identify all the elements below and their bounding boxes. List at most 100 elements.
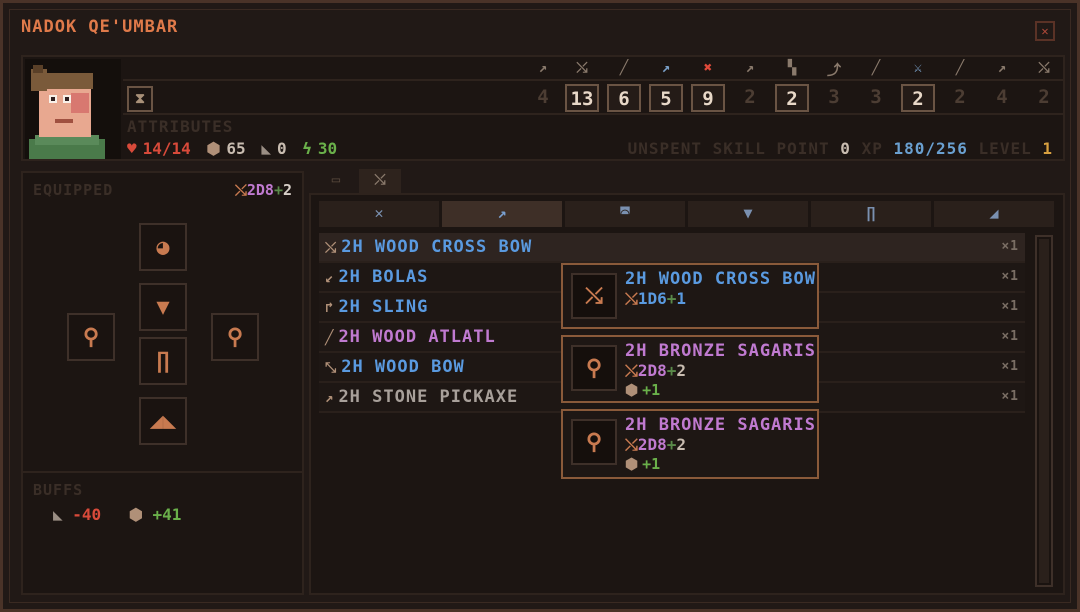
plus-sign: + bbox=[666, 435, 677, 454]
item-name: 2H STONE PICKAXE bbox=[338, 387, 519, 407]
tooltip-armor: ⬢ +1 bbox=[625, 381, 660, 399]
progress-stats: UNSPENT SKILL POINT 0 XP 180/256 LEVEL 1 bbox=[628, 139, 1053, 158]
character-window: NADOK QE'UMBAR ✕ ↗ ⤯ ╱ ↗ ✖ ↗ ▚ ⤴ ╱ ⚔ ╱ ↗… bbox=[0, 0, 1080, 612]
weight-icon: ◣ bbox=[53, 505, 63, 524]
axe-icon: ⤯ bbox=[625, 435, 638, 454]
item-qty: ×1 bbox=[1001, 299, 1019, 314]
skill-value: 3 bbox=[828, 86, 840, 108]
buffs-label: BUFFS bbox=[33, 481, 84, 499]
item-qty: ×1 bbox=[1001, 389, 1019, 404]
pick-skill-icon[interactable]: ⤯ bbox=[565, 60, 599, 76]
tooltip-damage: ⤯2D8+2 bbox=[625, 435, 686, 455]
sagaris-icon: ⚲ bbox=[571, 419, 617, 465]
category-helmets[interactable]: ◚ bbox=[565, 201, 685, 227]
helmet-icon: ◚ bbox=[620, 204, 630, 222]
right-hand-slot[interactable]: ⚲ bbox=[211, 313, 259, 361]
armor-icon: ⬢ bbox=[206, 139, 221, 158]
chest-armor-icon: ▼ bbox=[156, 294, 170, 320]
xp-label: XP bbox=[861, 139, 883, 158]
item-qty: ×1 bbox=[1001, 239, 1019, 254]
item-name: 2H WOOD BOW bbox=[341, 357, 465, 377]
scrollbar[interactable] bbox=[1035, 235, 1053, 587]
plus-sign: + bbox=[273, 181, 283, 199]
hourglass-icon[interactable]: ⧗ bbox=[127, 86, 153, 112]
skill-value: 9 bbox=[691, 84, 725, 112]
skill-value: 2 bbox=[901, 84, 935, 112]
category-leggings[interactable]: ∏ bbox=[811, 201, 931, 227]
tab-inventory[interactable]: ▭ bbox=[315, 169, 357, 193]
weight-icon: ◣ bbox=[261, 139, 271, 158]
category-all[interactable]: ✕ bbox=[319, 201, 439, 227]
item-name: 2H SLING bbox=[338, 297, 429, 317]
sagaris-icon: ⚲ bbox=[226, 324, 244, 350]
scrollbar-thumb[interactable] bbox=[1039, 239, 1049, 583]
crossbow-icon: ⤯ bbox=[325, 240, 338, 256]
crossbow-skill-icon[interactable]: ⤴ bbox=[817, 60, 851, 80]
wand-skill-icon[interactable]: ╱ bbox=[859, 60, 893, 76]
legs-slot[interactable]: ∏ bbox=[139, 337, 187, 385]
close-icon[interactable]: ✕ bbox=[1035, 21, 1055, 41]
feet-slot[interactable]: ◢◣ bbox=[139, 397, 187, 445]
tooltip-name: 2H BRONZE SAGARIS bbox=[625, 341, 816, 361]
list-item[interactable]: ⤯ 2H WOOD CROSS BOW ×1 bbox=[319, 233, 1025, 263]
tooltip-dice: 2D8 bbox=[637, 361, 667, 380]
tooltip-armor: ⬢ +1 bbox=[625, 455, 660, 473]
equipped-label: EQUIPPED bbox=[33, 181, 114, 199]
axe-skill-icon[interactable]: ↗ bbox=[526, 60, 560, 76]
axe-icon: ⤯ bbox=[625, 361, 638, 380]
chest-armor-icon: ▼ bbox=[743, 204, 753, 222]
leggings-icon: ∏ bbox=[156, 348, 170, 374]
character-header: ↗ ⤯ ╱ ↗ ✖ ↗ ▚ ⤴ ╱ ⚔ ╱ ↗ ⤯ ⧗ 4 13 6 5 9 2… bbox=[21, 55, 1065, 161]
skill-value: 4 bbox=[996, 86, 1008, 108]
tab-weapons[interactable]: ⤯ bbox=[359, 169, 401, 193]
staff-skill-icon[interactable]: ╱ bbox=[943, 60, 977, 76]
category-weapons[interactable]: ↗ bbox=[442, 201, 562, 227]
compare-tooltip-2: ⚲ 2H BRONZE SAGARIS ⤯2D8+2 ⬢ +1 bbox=[561, 409, 819, 479]
left-hand-slot[interactable]: ⚲ bbox=[67, 313, 115, 361]
hex-skill-icon[interactable]: ✖ bbox=[691, 60, 725, 76]
equipped-panel: EQUIPPED ⤯2D8+2 ◕ ▼ ∏ ◢◣ ⚲ ⚲ BUFFS ◣ -40… bbox=[21, 171, 304, 595]
crossbow-icon: ⤯ bbox=[571, 273, 617, 319]
sword-skill-icon[interactable]: ⚔ bbox=[901, 60, 935, 76]
armor-icon: ⬢ bbox=[625, 455, 639, 473]
divider bbox=[23, 471, 302, 473]
tooltip-armor-value: +1 bbox=[642, 381, 661, 399]
skill-icon-row: ↗ ⤯ ╱ ↗ ✖ ↗ ▚ ⤴ ╱ ⚔ ╱ ↗ ⤯ bbox=[123, 57, 1063, 81]
skill-value: 2 bbox=[1038, 86, 1050, 108]
tooltip-armor-value: +1 bbox=[642, 455, 661, 473]
chest-slot[interactable]: ▼ bbox=[139, 283, 187, 331]
category-armor[interactable]: ▼ bbox=[688, 201, 808, 227]
armor-icon: ⬢ bbox=[128, 505, 143, 524]
atlatl-icon: ╱ bbox=[325, 330, 335, 346]
hammer-skill-icon[interactable]: ▚ bbox=[775, 60, 809, 76]
level-label: LEVEL bbox=[978, 139, 1032, 158]
weight-value: 0 bbox=[276, 139, 287, 158]
damage-bonus: 2 bbox=[282, 181, 292, 199]
dagger-skill-icon[interactable]: ╱ bbox=[607, 60, 641, 76]
pickaxe-skill-icon[interactable]: ⤯ bbox=[1027, 60, 1061, 76]
bow-skill-icon[interactable]: ↗ bbox=[733, 60, 767, 76]
skill-value: 4 bbox=[537, 86, 549, 108]
speed-value: 30 bbox=[317, 139, 338, 158]
unspent-label: UNSPENT SKILL POINT bbox=[627, 139, 830, 158]
skill-value: 2 bbox=[954, 86, 966, 108]
plus-sign: + bbox=[666, 361, 677, 380]
hp-value: 14/14 bbox=[142, 139, 191, 158]
skill-value: 6 bbox=[607, 84, 641, 112]
sling-skill-icon[interactable]: ↗ bbox=[985, 60, 1019, 76]
equipped-damage: ⤯2D8+2 bbox=[235, 181, 292, 199]
damage-dice: 2D8 bbox=[246, 181, 274, 199]
attribute-stats: ♥ 14/14 ⬢ 65 ◣ 0 ϟ 30 bbox=[127, 139, 343, 158]
weight-buff: -40 bbox=[72, 505, 102, 524]
category-boots[interactable]: ◢ bbox=[934, 201, 1054, 227]
item-qty: ×1 bbox=[1001, 329, 1019, 344]
spear-skill-icon[interactable]: ↗ bbox=[649, 60, 683, 76]
sling-icon: ↱ bbox=[325, 300, 335, 316]
head-slot[interactable]: ◕ bbox=[139, 223, 187, 271]
item-name: 2H BOLAS bbox=[338, 267, 429, 287]
compare-tooltip-1: ⚲ 2H BRONZE SAGARIS ⤯2D8+2 ⬢ +1 bbox=[561, 335, 819, 403]
unspent-value: 0 bbox=[840, 139, 851, 158]
skill-values-row: ⧗ 4 13 6 5 9 2 2 3 3 2 2 4 2 bbox=[123, 81, 1063, 115]
tooltip-dice: 2D8 bbox=[637, 435, 667, 454]
skill-value: 5 bbox=[649, 84, 683, 112]
